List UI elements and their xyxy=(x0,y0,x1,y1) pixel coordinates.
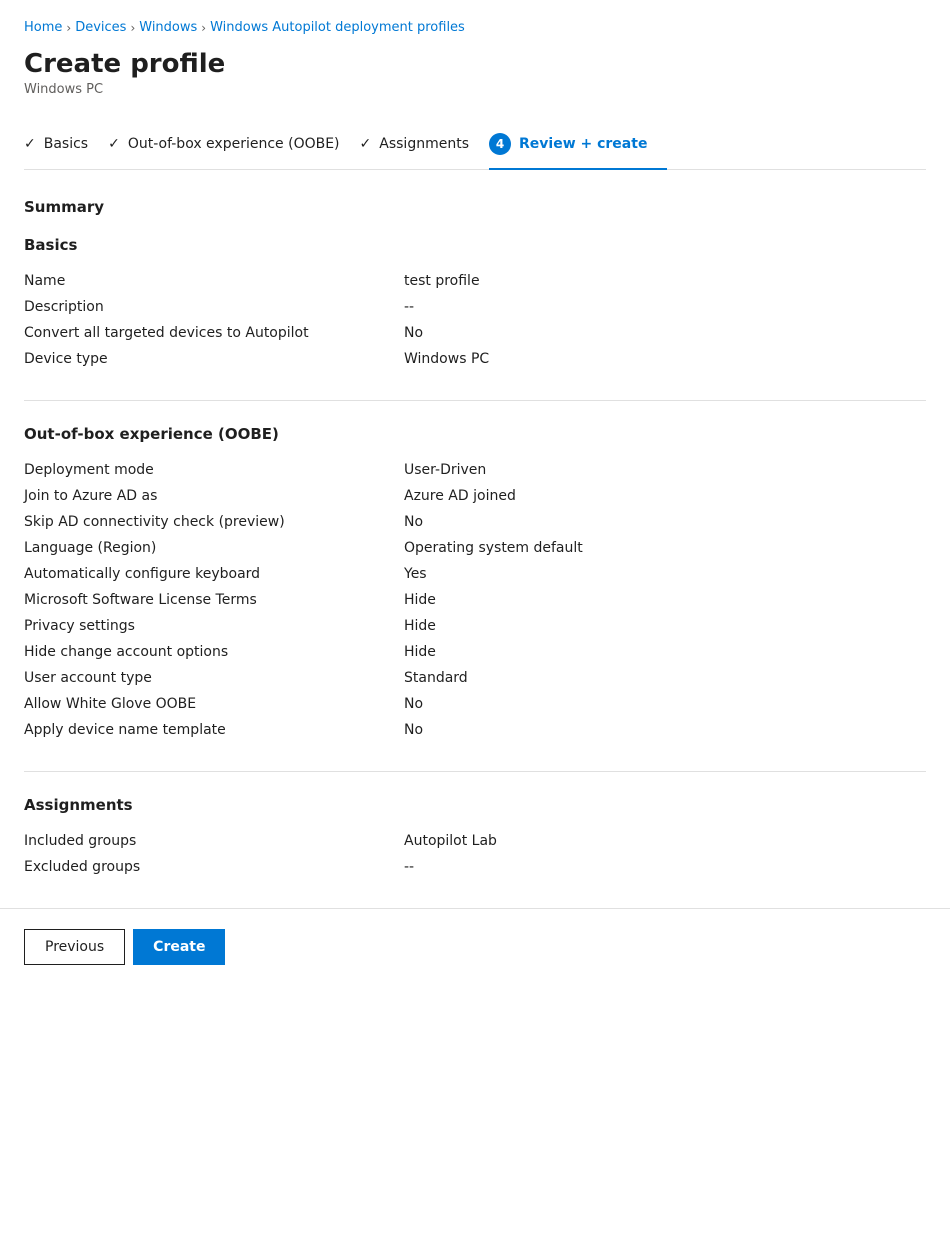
value-white-glove: No xyxy=(404,696,423,712)
label-excluded-groups: Excluded groups xyxy=(24,859,404,875)
section-basics: Basics Name test profile Description -- … xyxy=(24,236,926,372)
page-subtitle: Windows PC xyxy=(24,82,926,97)
row-device-name-template: Apply device name template No xyxy=(24,717,926,743)
section-title-basics: Basics xyxy=(24,236,926,254)
row-description: Description -- xyxy=(24,294,926,320)
breadcrumb-sep-1: › xyxy=(66,21,71,35)
footer: Previous Create xyxy=(0,908,950,985)
label-hide-account: Hide change account options xyxy=(24,644,404,660)
row-convert-autopilot: Convert all targeted devices to Autopilo… xyxy=(24,320,926,346)
label-language: Language (Region) xyxy=(24,540,404,556)
value-deployment-mode: User-Driven xyxy=(404,462,486,478)
step-basics[interactable]: ✓ Basics xyxy=(24,124,108,166)
label-name: Name xyxy=(24,273,404,289)
step-check-oobe: ✓ xyxy=(108,136,120,152)
label-skip-ad: Skip AD connectivity check (preview) xyxy=(24,514,404,530)
summary-header: Summary xyxy=(24,198,926,216)
label-license-terms: Microsoft Software License Terms xyxy=(24,592,404,608)
divider-2 xyxy=(24,771,926,772)
breadcrumb-sep-2: › xyxy=(130,21,135,35)
label-device-type: Device type xyxy=(24,351,404,367)
row-device-type: Device type Windows PC xyxy=(24,346,926,372)
value-hide-account: Hide xyxy=(404,644,436,660)
page-title: Create profile xyxy=(24,49,926,80)
label-description: Description xyxy=(24,299,404,315)
label-privacy-settings: Privacy settings xyxy=(24,618,404,634)
row-user-account-type: User account type Standard xyxy=(24,665,926,691)
row-name: Name test profile xyxy=(24,268,926,294)
value-auto-keyboard: Yes xyxy=(404,566,427,582)
step-check-assignments: ✓ xyxy=(360,136,372,152)
row-white-glove: Allow White Glove OOBE No xyxy=(24,691,926,717)
create-button[interactable]: Create xyxy=(133,929,225,965)
value-included-groups: Autopilot Lab xyxy=(404,833,497,849)
section-oobe: Out-of-box experience (OOBE) Deployment … xyxy=(24,425,926,743)
step-label-basics: Basics xyxy=(44,136,88,152)
row-excluded-groups: Excluded groups -- xyxy=(24,854,926,880)
row-included-groups: Included groups Autopilot Lab xyxy=(24,828,926,854)
label-deployment-mode: Deployment mode xyxy=(24,462,404,478)
value-device-type: Windows PC xyxy=(404,351,489,367)
row-license-terms: Microsoft Software License Terms Hide xyxy=(24,587,926,613)
breadcrumb-windows[interactable]: Windows xyxy=(139,20,197,35)
value-excluded-groups: -- xyxy=(404,859,414,875)
row-skip-ad: Skip AD connectivity check (preview) No xyxy=(24,509,926,535)
divider-1 xyxy=(24,400,926,401)
section-title-oobe: Out-of-box experience (OOBE) xyxy=(24,425,926,443)
value-join-azure: Azure AD joined xyxy=(404,488,516,504)
row-hide-account: Hide change account options Hide xyxy=(24,639,926,665)
row-privacy-settings: Privacy settings Hide xyxy=(24,613,926,639)
label-white-glove: Allow White Glove OOBE xyxy=(24,696,404,712)
value-privacy-settings: Hide xyxy=(404,618,436,634)
value-name: test profile xyxy=(404,273,480,289)
value-user-account-type: Standard xyxy=(404,670,468,686)
value-convert-autopilot: No xyxy=(404,325,423,341)
row-language: Language (Region) Operating system defau… xyxy=(24,535,926,561)
value-device-name-template: No xyxy=(404,722,423,738)
breadcrumb-autopilot-profiles[interactable]: Windows Autopilot deployment profiles xyxy=(210,20,465,35)
row-auto-keyboard: Automatically configure keyboard Yes xyxy=(24,561,926,587)
value-description: -- xyxy=(404,299,414,315)
section-assignments: Assignments Included groups Autopilot La… xyxy=(24,796,926,880)
value-language: Operating system default xyxy=(404,540,583,556)
step-label-assignments: Assignments xyxy=(379,136,469,152)
step-label-oobe: Out-of-box experience (OOBE) xyxy=(128,136,340,152)
label-included-groups: Included groups xyxy=(24,833,404,849)
value-skip-ad: No xyxy=(404,514,423,530)
label-join-azure: Join to Azure AD as xyxy=(24,488,404,504)
breadcrumb: Home › Devices › Windows › Windows Autop… xyxy=(24,20,926,35)
value-license-terms: Hide xyxy=(404,592,436,608)
previous-button[interactable]: Previous xyxy=(24,929,125,965)
label-user-account-type: User account type xyxy=(24,670,404,686)
step-oobe[interactable]: ✓ Out-of-box experience (OOBE) xyxy=(108,124,359,166)
label-device-name-template: Apply device name template xyxy=(24,722,404,738)
label-convert-autopilot: Convert all targeted devices to Autopilo… xyxy=(24,325,404,341)
row-join-azure: Join to Azure AD as Azure AD joined xyxy=(24,483,926,509)
breadcrumb-home[interactable]: Home xyxy=(24,20,62,35)
step-review[interactable]: 4 Review + create xyxy=(489,121,667,169)
step-check-basics: ✓ xyxy=(24,136,36,152)
step-number-review: 4 xyxy=(489,133,511,155)
breadcrumb-sep-3: › xyxy=(201,21,206,35)
breadcrumb-devices[interactable]: Devices xyxy=(75,20,126,35)
section-title-assignments: Assignments xyxy=(24,796,926,814)
label-auto-keyboard: Automatically configure keyboard xyxy=(24,566,404,582)
step-assignments[interactable]: ✓ Assignments xyxy=(360,124,489,166)
wizard-steps: ✓ Basics ✓ Out-of-box experience (OOBE) … xyxy=(24,121,926,170)
row-deployment-mode: Deployment mode User-Driven xyxy=(24,457,926,483)
step-label-review: Review + create xyxy=(519,136,647,152)
